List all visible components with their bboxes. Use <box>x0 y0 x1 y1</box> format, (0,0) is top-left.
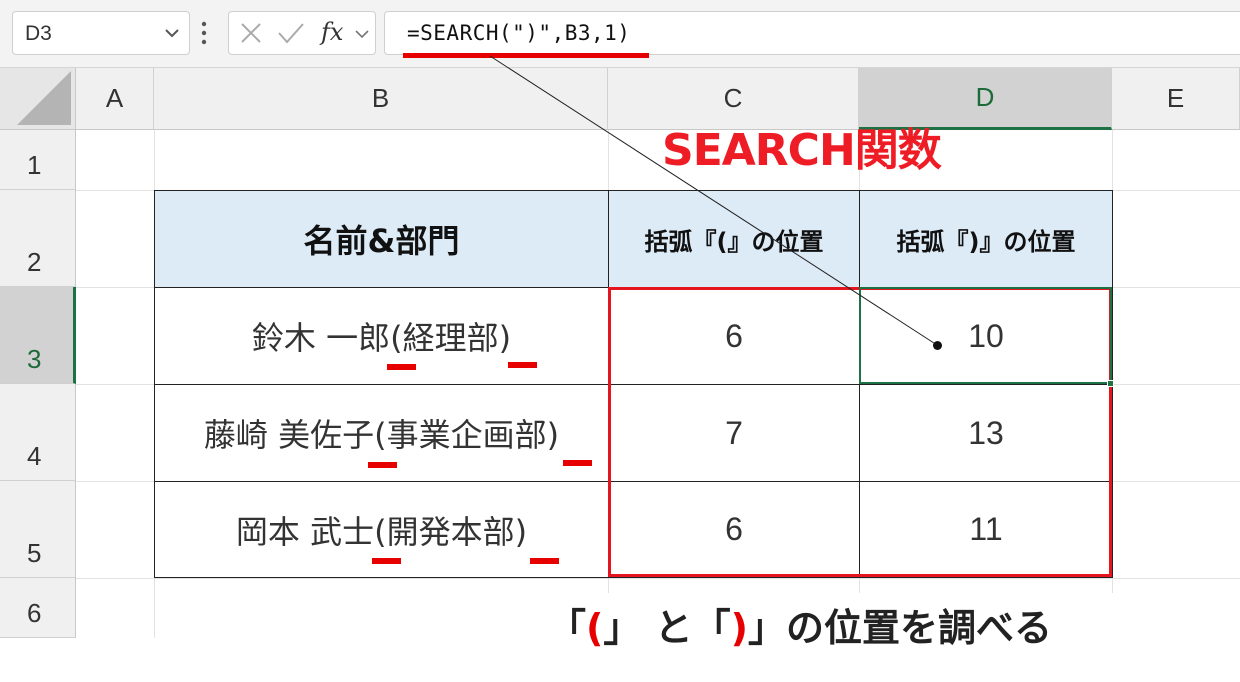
header-cell-close-pos[interactable]: 括弧『)』の位置 <box>859 190 1113 288</box>
column-header-b[interactable]: B <box>154 68 608 130</box>
column-header-e[interactable]: E <box>1112 68 1240 130</box>
select-all-button[interactable] <box>0 68 76 130</box>
function-icon[interactable]: fx <box>321 18 343 46</box>
open-pos-cell[interactable]: 6 <box>608 287 860 385</box>
formula-controls: fx <box>228 11 376 55</box>
fill-handle[interactable] <box>1107 380 1114 387</box>
open-pos-cell[interactable]: 7 <box>608 384 860 482</box>
row-header-2[interactable]: 2 <box>0 190 76 287</box>
paren-marker <box>368 462 397 468</box>
column-header-a[interactable]: A <box>76 68 154 130</box>
caption-open-paren: ( <box>586 606 604 650</box>
chevron-down-icon[interactable] <box>165 28 179 38</box>
row-header-5[interactable]: 5 <box>0 481 76 578</box>
row-header-1[interactable]: 1 <box>0 130 76 190</box>
row-header-3[interactable]: 3 <box>0 287 76 384</box>
caption-close-paren: ) <box>730 606 748 650</box>
caption-mid: 」 と「 <box>603 606 731 650</box>
cancel-icon[interactable] <box>239 21 263 45</box>
header-cell-open-pos[interactable]: 括弧『(』の位置 <box>608 190 860 288</box>
header-cell-name[interactable]: 名前&部門 <box>154 190 609 288</box>
name-cell[interactable]: 鈴木 一郎(経理部) <box>154 287 609 385</box>
caption: 「(」 と「)」の位置を調べる <box>548 597 1052 652</box>
paren-marker <box>508 362 537 368</box>
name-box[interactable]: D3 <box>12 11 190 55</box>
row-header-6[interactable]: 6 <box>0 578 76 638</box>
formula-input[interactable]: =SEARCH(")",B3,1) <box>384 11 1240 55</box>
row-header-4[interactable]: 4 <box>0 384 76 481</box>
gridline <box>76 578 1240 579</box>
select-all-icon <box>17 71 71 125</box>
close-pos-cell[interactable]: 11 <box>859 481 1113 578</box>
formula-text: =SEARCH(")",B3,1) <box>407 21 631 45</box>
close-pos-cell[interactable]: 13 <box>859 384 1113 482</box>
function-title: SEARCH関数 <box>662 125 942 176</box>
caption-pre: 「 <box>548 606 587 650</box>
chevron-down-icon[interactable] <box>355 29 369 39</box>
caption-post: 」の位置を調べる <box>748 606 1053 650</box>
more-vertical-icon[interactable] <box>201 20 207 46</box>
paren-marker <box>563 460 592 466</box>
close-pos-cell[interactable]: 10 <box>859 287 1113 385</box>
callout-dot <box>933 341 942 350</box>
enter-check-icon[interactable] <box>277 21 305 45</box>
paren-marker <box>387 364 416 370</box>
open-pos-cell[interactable]: 6 <box>608 481 860 578</box>
name-box-value: D3 <box>25 22 52 45</box>
paren-marker <box>372 558 401 564</box>
paren-marker <box>530 558 559 564</box>
formula-highlight-underline <box>403 53 649 58</box>
